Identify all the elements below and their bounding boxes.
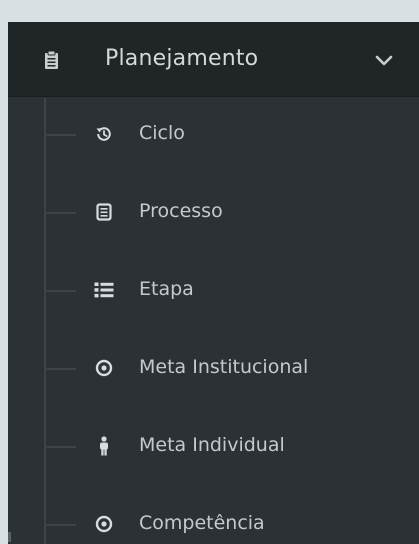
submenu-item-meta-institucional[interactable]: Meta Institucional [8,344,419,392]
submenu-item-label: Etapa [139,278,194,300]
history-icon [94,124,114,144]
submenu: Ciclo Processo Etapa Meta Institucional … [8,98,419,544]
menu-header-label: Planejamento [105,46,259,71]
tree-line [44,98,46,544]
target-icon [94,514,114,534]
target-icon [94,358,114,378]
submenu-item-label: Processo [139,200,223,222]
chevron-down-icon[interactable] [374,54,394,68]
submenu-item-meta-individual[interactable]: Meta Individual [8,422,419,470]
submenu-item-label: Meta Individual [139,434,285,456]
tree-branch [46,368,76,370]
submenu-item-processo[interactable]: Processo [8,188,419,236]
document-icon [94,202,114,222]
tree-branch [46,290,76,292]
clipboard-icon [45,50,58,69]
submenu-item-etapa[interactable]: Etapa [8,266,419,314]
person-icon [94,436,114,456]
submenu-item-label: Meta Institucional [139,356,309,378]
tree-branch [46,446,76,448]
submenu-item-ciclo[interactable]: Ciclo [8,110,419,158]
scroll-indicator [8,532,11,542]
submenu-item-label: Competência [139,512,265,534]
list-icon [94,280,114,300]
sidebar-menu: Planejamento Ciclo Processo Etapa Meta I… [8,22,419,544]
submenu-item-label: Ciclo [139,122,185,144]
tree-branch [46,134,76,136]
tree-branch [46,524,76,526]
submenu-item-competencia[interactable]: Competência [8,500,419,544]
menu-header-planejamento[interactable]: Planejamento [8,22,419,97]
tree-branch [46,212,76,214]
